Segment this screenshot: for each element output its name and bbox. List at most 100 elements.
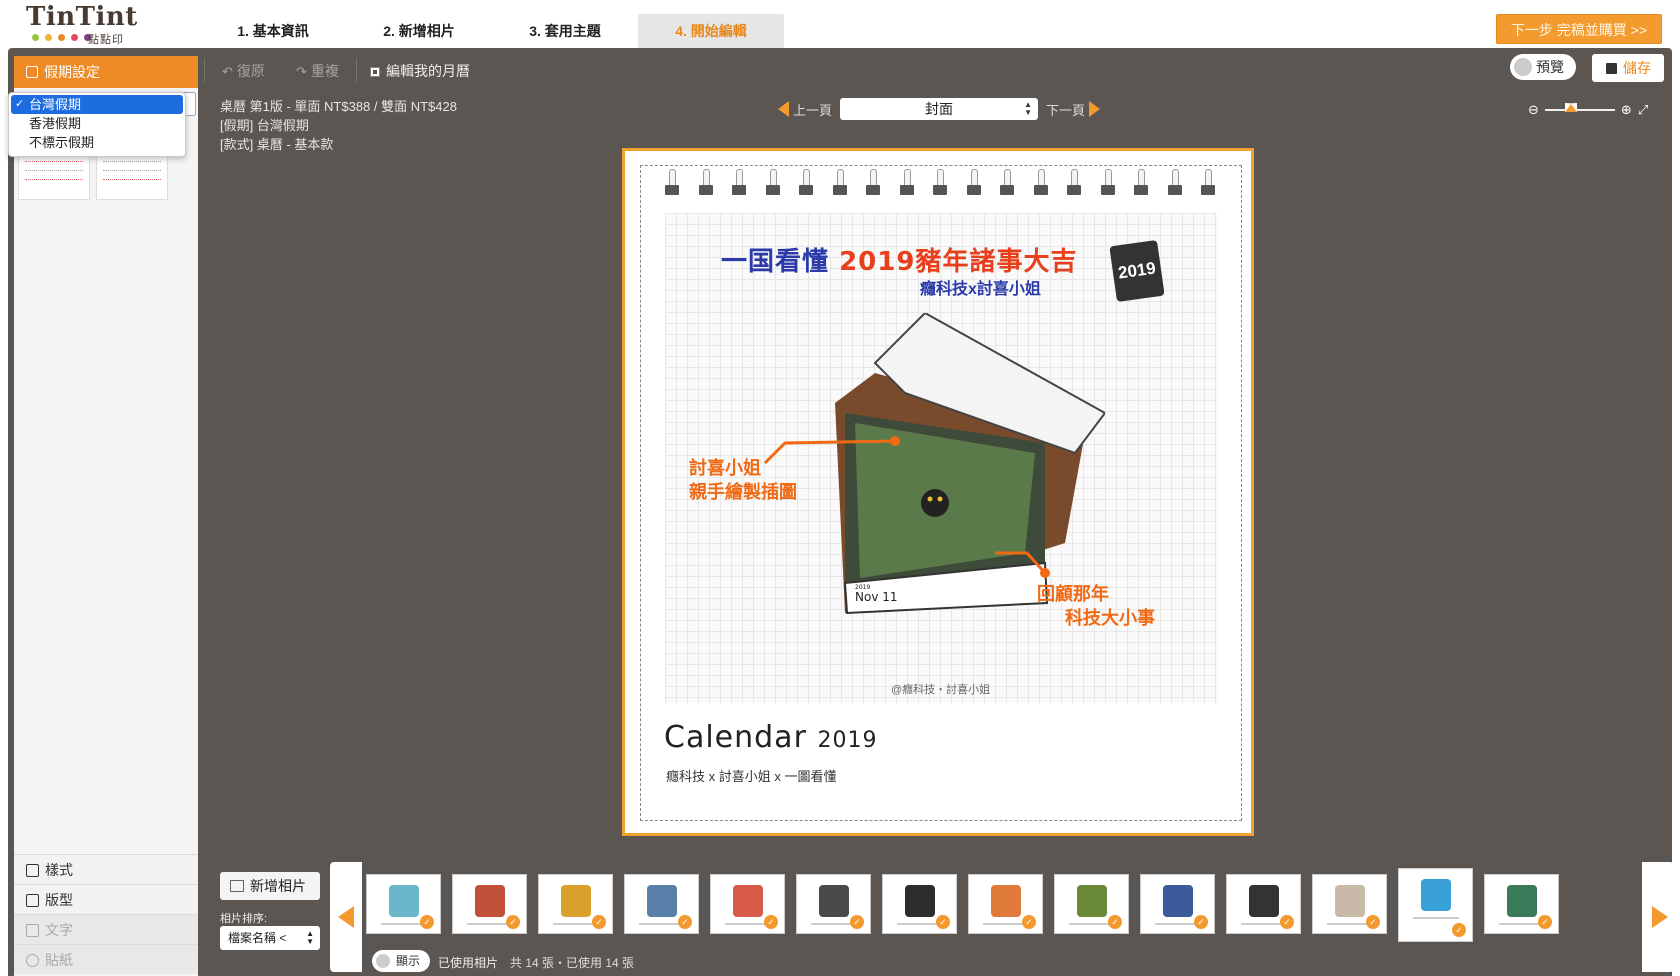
tab-style-label: 樣式 [45, 862, 73, 878]
photo-image [1163, 885, 1193, 917]
next-step-button[interactable]: 下一步 完稿並購買 >> [1495, 14, 1662, 44]
ring [1167, 169, 1182, 197]
tab-start-editing[interactable]: 4. 開始編輯 [638, 14, 784, 48]
artwork-credit: @癮科技・討喜小姐 [891, 684, 991, 696]
updown-icon: ▲ ▼ [1024, 100, 1033, 117]
step-tabs: 1. 基本資訊 2. 新增相片 3. 套用主題 4. 開始編輯 [200, 14, 784, 48]
tab-apply-theme[interactable]: 3. 套用主題 [492, 14, 638, 48]
preview-toggle[interactable]: 預覽 [1510, 54, 1576, 80]
save-button[interactable]: 儲存 [1592, 54, 1664, 82]
photo-thumbnail[interactable]: ✓ [1054, 874, 1129, 934]
page-select[interactable]: 封面 ▲ ▼ [840, 98, 1039, 120]
tab-style[interactable]: 樣式 [14, 854, 198, 884]
sort-select-value: 檔案名稱 < [228, 931, 287, 945]
sticker-icon [26, 954, 39, 967]
photo-image [647, 885, 677, 917]
calendar-row [103, 170, 161, 175]
style-thumbnail[interactable] [18, 156, 90, 200]
sort-select[interactable]: 檔案名稱 < ▲ ▼ [220, 926, 320, 950]
next-page-link[interactable]: 下一頁 [1046, 100, 1085, 119]
calendar-row [25, 179, 83, 184]
used-check-icon: ✓ [1538, 915, 1552, 929]
holiday-option-hongkong[interactable]: 香港假期 [9, 114, 185, 133]
holiday-dropdown: 台灣假期 香港假期 不標示假期 [8, 92, 186, 157]
ring [732, 169, 746, 197]
ring [1033, 169, 1048, 197]
fullscreen-icon[interactable]: ⤢ [1638, 102, 1648, 118]
ring [899, 169, 914, 197]
tab-sticker[interactable]: 貼紙 [14, 944, 198, 974]
photo-image [475, 885, 505, 917]
photo-image [389, 885, 419, 917]
tab-text[interactable]: 文字 [14, 914, 198, 944]
edit-my-calendar-checkbox[interactable]: 編輯我的月曆 [370, 61, 470, 81]
zoom-in-icon[interactable]: ⊕ [1621, 102, 1632, 118]
holiday-option-none[interactable]: 不標示假期 [9, 133, 185, 152]
grid-icon [26, 864, 39, 877]
logo-name: TinTint [26, 2, 138, 32]
holiday-option-taiwan[interactable]: 台灣假期 [11, 95, 183, 114]
photo-thumbnail[interactable]: ✓ [796, 874, 871, 934]
used-check-icon: ✓ [678, 915, 692, 929]
used-check-icon: ✓ [764, 915, 778, 929]
tab-add-photos[interactable]: 2. 新增相片 [346, 14, 492, 48]
photo-thumbnail[interactable]: ✓ [1312, 874, 1387, 934]
photo-thumbnail[interactable]: ✓ [1140, 874, 1215, 934]
photo-thumbnail[interactable]: ✓ [624, 874, 699, 934]
photo-thumbnail[interactable]: ✓ [452, 874, 527, 934]
scroll-left-button[interactable] [330, 862, 362, 972]
calendar-subtitle[interactable]: 癮科技 x 討喜小姐 x 一圖看懂 [666, 766, 836, 785]
undo-button[interactable]: ↶ 復原 [222, 61, 265, 81]
add-photo-icon [230, 880, 244, 892]
photo-thumbnail[interactable]: ✓ [1226, 874, 1301, 934]
photo-thumbnail[interactable]: ✓ [1398, 868, 1473, 942]
ring [1000, 169, 1014, 197]
photo-thumbnail[interactable]: ✓ [968, 874, 1043, 934]
holiday-settings-header[interactable]: 假期設定 [14, 56, 198, 88]
show-used-toggle[interactable]: 顯示 [372, 950, 430, 972]
save-icon [1606, 63, 1617, 74]
ring [765, 169, 780, 197]
prev-arrow-icon[interactable] [778, 101, 789, 117]
cover-artwork[interactable]: 一国看懂 2019豬年諸事大吉 癮科技x討喜小姐 2019 Nov 11 201… [665, 213, 1217, 703]
toggle-knob [376, 954, 390, 968]
photo-thumbnail[interactable]: ✓ [1484, 874, 1559, 934]
add-photo-button[interactable]: 新增相片 [220, 872, 320, 900]
ring [933, 169, 947, 197]
toolbar-divider [204, 58, 205, 82]
zoom-out-icon[interactable]: ⊖ [1528, 102, 1539, 118]
ring [1067, 169, 1081, 197]
tab-layout[interactable]: 版型 [14, 884, 198, 914]
photo-thumbnail[interactable]: ✓ [710, 874, 785, 934]
binding-rings [665, 169, 1215, 199]
photo-thumbnail[interactable]: ✓ [366, 874, 441, 934]
calendar-title[interactable]: Calendar 2019 [664, 720, 877, 755]
prev-page-link[interactable]: 上一頁 [793, 100, 832, 119]
zoom-slider-thumb[interactable] [1564, 103, 1577, 112]
redo-button[interactable]: ↷ 重複 [296, 61, 339, 81]
calendar-row [25, 170, 83, 175]
text-icon [26, 924, 39, 937]
annotation-line: 討喜小姐 [689, 458, 761, 479]
calendar-row [25, 161, 83, 166]
zoom-slider[interactable] [1544, 103, 1615, 112]
layout-icon [26, 894, 39, 907]
style-thumbnail[interactable] [96, 156, 168, 200]
tab-basic-info[interactable]: 1. 基本資訊 [200, 14, 346, 48]
undo-icon: ↶ [222, 64, 233, 79]
save-label: 儲存 [1623, 60, 1651, 76]
logo-dot [45, 34, 52, 41]
tintint-logo[interactable]: TinTint 點點印 [26, 2, 138, 46]
toolbar-divider [356, 58, 357, 82]
sort-label: 相片排序: [220, 913, 268, 925]
used-check-icon: ✓ [1280, 915, 1294, 929]
left-arrow-icon [338, 906, 354, 928]
show-toggle-label: 顯示 [396, 954, 421, 968]
photo-image [905, 885, 935, 917]
redo-icon: ↷ [296, 64, 307, 79]
scroll-right-button[interactable] [1642, 862, 1674, 972]
photo-thumbnail[interactable]: ✓ [538, 874, 613, 934]
next-arrow-icon[interactable] [1089, 101, 1101, 117]
used-check-icon: ✓ [1022, 915, 1036, 929]
photo-thumbnail[interactable]: ✓ [882, 874, 957, 934]
